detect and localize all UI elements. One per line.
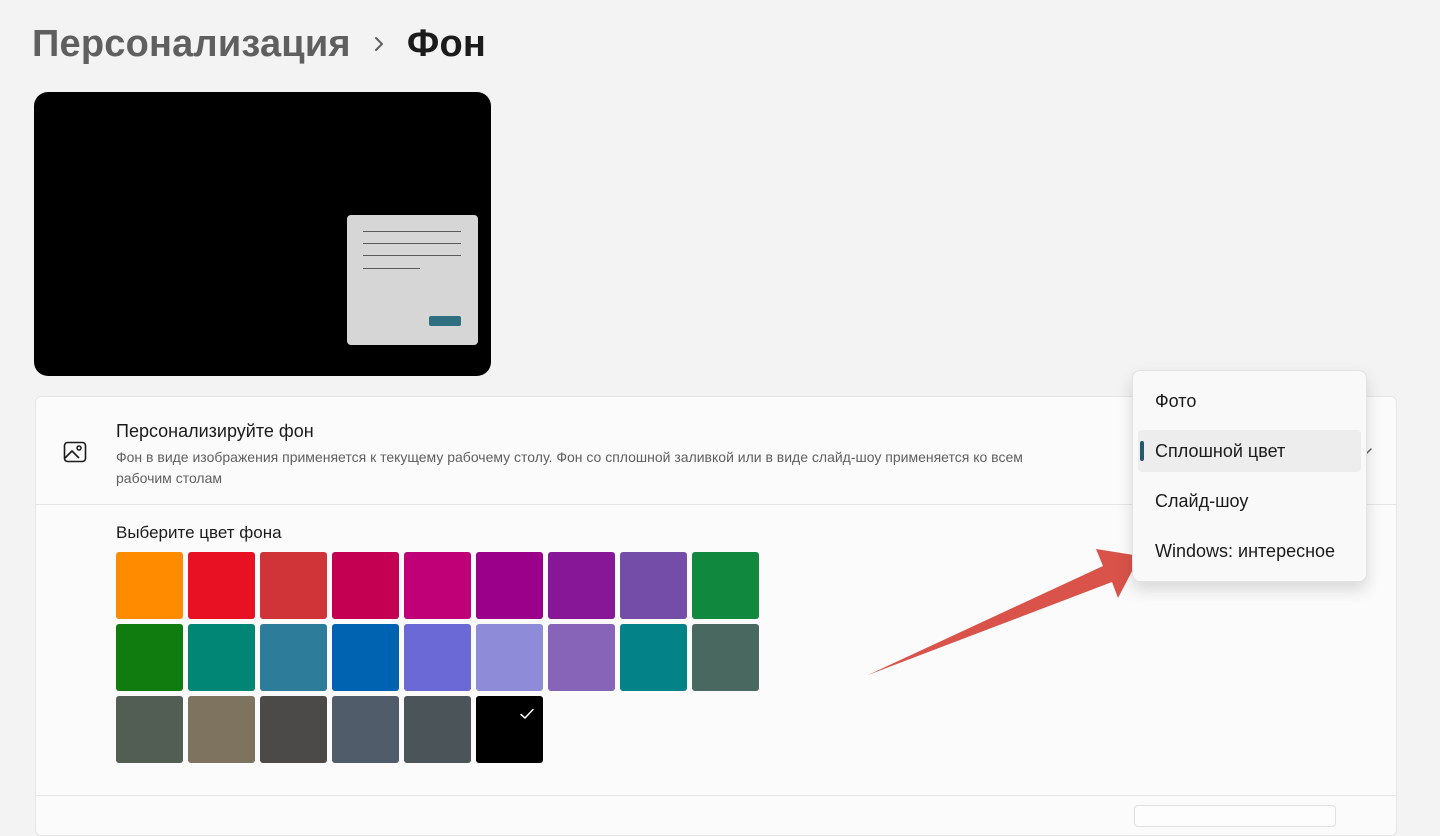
color-swatch[interactable] (332, 696, 399, 763)
color-swatch-selected[interactable] (476, 696, 543, 763)
background-type-dropdown-menu: Фото Сплошной цвет Слайд-шоу Windows: ин… (1132, 370, 1367, 582)
personalize-title: Персонализируйте фон (116, 421, 314, 441)
selected-indicator (1140, 441, 1144, 461)
color-swatch[interactable] (188, 552, 255, 619)
color-swatch[interactable] (404, 624, 471, 691)
next-row-control[interactable] (1134, 805, 1336, 827)
color-swatch-grid (116, 552, 759, 763)
preview-window (347, 215, 478, 345)
color-swatch[interactable] (476, 552, 543, 619)
menu-item-solid-color[interactable]: Сплошной цвет (1138, 430, 1361, 472)
color-swatch[interactable] (332, 624, 399, 691)
color-swatch[interactable] (620, 624, 687, 691)
chevron-right-icon (351, 18, 407, 70)
color-swatch[interactable] (116, 624, 183, 691)
personalize-description: Фон в виде изображения применяется к тек… (116, 449, 1023, 486)
color-swatch[interactable] (332, 552, 399, 619)
color-swatch[interactable] (404, 552, 471, 619)
color-swatch[interactable] (692, 624, 759, 691)
breadcrumb: Персонализация Фон (32, 18, 486, 70)
desktop-preview-screen (44, 102, 481, 366)
checkmark-icon (520, 708, 534, 719)
preview-text-line (363, 243, 461, 244)
color-swatch[interactable] (116, 552, 183, 619)
color-swatch[interactable] (260, 696, 327, 763)
color-swatch[interactable] (116, 696, 183, 763)
choose-color-label: Выберите цвет фона (116, 523, 282, 542)
color-swatch[interactable] (548, 624, 615, 691)
divider (36, 795, 1396, 796)
color-swatch[interactable] (260, 624, 327, 691)
color-swatch[interactable] (476, 624, 543, 691)
image-icon (62, 439, 88, 465)
menu-item-slideshow[interactable]: Слайд-шоу (1138, 480, 1361, 522)
color-swatch[interactable] (188, 624, 255, 691)
menu-item-windows-spotlight[interactable]: Windows: интересное (1138, 530, 1361, 572)
preview-button (429, 316, 461, 326)
color-swatch[interactable] (620, 552, 687, 619)
color-swatch[interactable] (260, 552, 327, 619)
color-swatch[interactable] (404, 696, 471, 763)
color-swatch[interactable] (548, 552, 615, 619)
preview-text-line (363, 231, 461, 232)
menu-item-photo[interactable]: Фото (1138, 380, 1361, 422)
desktop-preview (34, 92, 491, 376)
preview-text-line (363, 268, 420, 269)
breadcrumb-parent-personalization[interactable]: Персонализация (32, 23, 351, 66)
color-swatch[interactable] (188, 696, 255, 763)
color-swatch[interactable] (692, 552, 759, 619)
page-title: Фон (406, 22, 487, 65)
preview-text-line (363, 255, 461, 256)
